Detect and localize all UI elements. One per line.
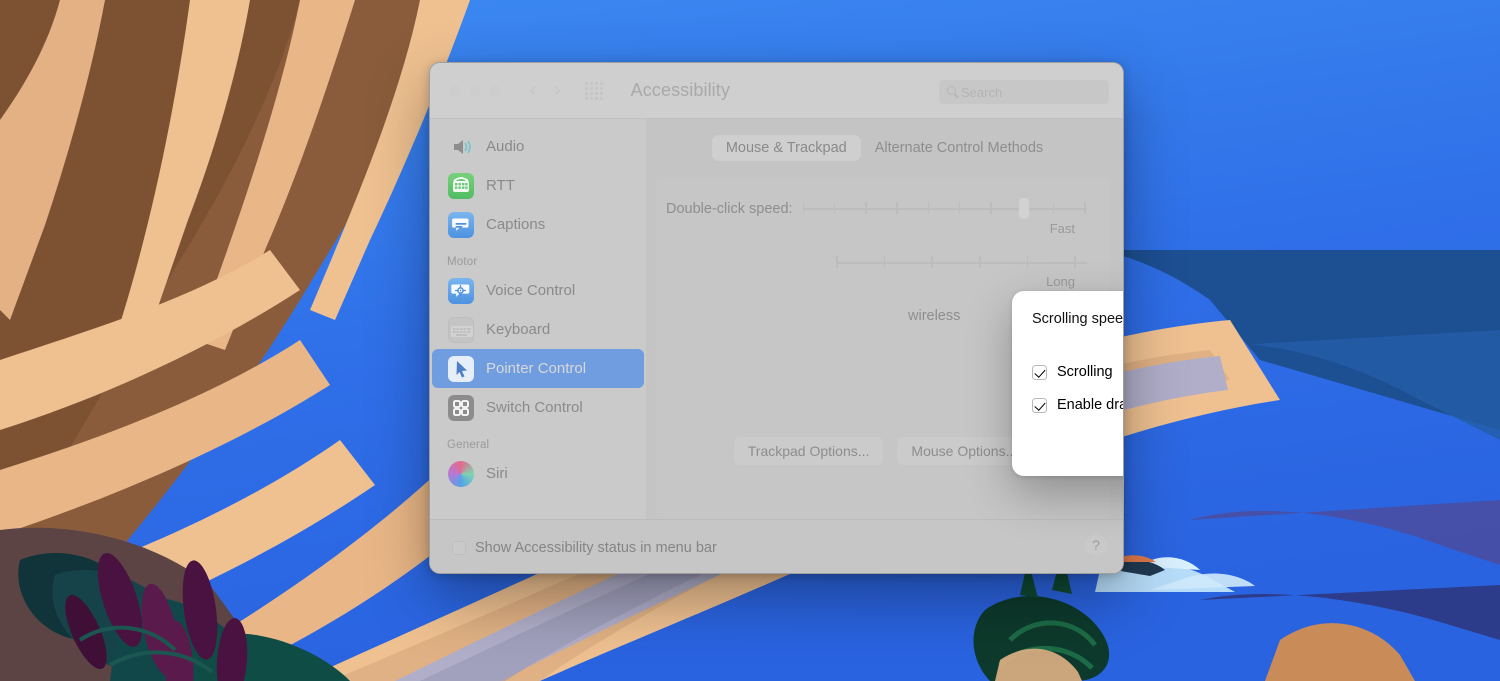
siri-icon	[448, 460, 474, 487]
captions-icon	[448, 211, 474, 238]
sidebar-item-label: Siri	[486, 465, 508, 482]
tab-bar[interactable]: Mouse & Trackpad Alternate Control Metho…	[646, 135, 1123, 161]
sidebar-item-captions[interactable]: Captions	[432, 205, 644, 244]
sidebar-item-rtt[interactable]: RTT	[432, 166, 644, 205]
double-click-speed-row: Double-click speed:	[656, 198, 1109, 219]
accessibility-preferences-window: ‹ › Accessibility Search Audio RTT Capti…	[429, 62, 1124, 574]
show-status-checkbox[interactable]: Show Accessibility status in menu bar	[452, 540, 717, 556]
sidebar-item-label: Audio	[486, 138, 525, 155]
minimize-button[interactable]	[469, 84, 481, 97]
trackpad-options-button[interactable]: Trackpad Options...	[733, 437, 884, 465]
sidebar-item-pointer-control[interactable]: Pointer Control	[432, 349, 644, 388]
show-status-label: Show Accessibility status in menu bar	[475, 539, 717, 556]
accessibility-sidebar[interactable]: Audio RTT Captions Motor Voice Control K…	[430, 119, 646, 573]
scrolling-label: Scrolling	[1057, 364, 1113, 380]
scrolling-speed-label: Scrolling speed:	[1032, 311, 1124, 327]
enable-dragging-label: Enable dragging	[1057, 397, 1123, 413]
double-click-speed-label: Double-click speed:	[666, 201, 793, 217]
spring-delay-long-label: Long	[1046, 274, 1075, 289]
search-placeholder: Search	[961, 84, 1003, 100]
sidebar-group-motor: Motor	[447, 256, 478, 268]
scrolling-speed-row: Scrolling speed:	[1012, 291, 1124, 327]
sidebar-item-label: Voice Control	[486, 282, 576, 299]
dragging-option-row: Enable dragging three finger drag	[1012, 393, 1123, 417]
enable-dragging-checkbox[interactable]	[1032, 397, 1047, 413]
tab-mouse-trackpad[interactable]: Mouse & Trackpad	[711, 135, 861, 161]
search-input[interactable]: Search	[939, 80, 1109, 104]
pointer-control-icon	[448, 355, 474, 382]
window-titlebar[interactable]: ‹ › Accessibility Search	[430, 63, 1123, 119]
close-button[interactable]	[449, 84, 461, 97]
spring-delay-slider[interactable]	[836, 256, 1087, 270]
sidebar-group-general: General	[447, 439, 490, 451]
navigation-buttons[interactable]: ‹ ›	[530, 81, 561, 100]
slider-track	[802, 208, 1087, 210]
slider-thumb[interactable]	[1018, 198, 1029, 219]
sidebar-item-voice-control[interactable]: Voice Control	[432, 271, 644, 310]
search-icon	[947, 86, 956, 95]
back-icon[interactable]: ‹	[530, 81, 536, 100]
audio-icon	[448, 134, 474, 160]
voice-control-icon	[448, 277, 474, 304]
slider-track	[836, 262, 1087, 264]
traffic-lights[interactable]	[449, 84, 501, 97]
spring-delay-row	[656, 256, 1109, 270]
sidebar-item-label: Switch Control	[486, 399, 583, 416]
double-click-fast-label: Fast	[1049, 221, 1075, 236]
page-title: Accessibility	[630, 80, 730, 100]
scrolling-options-sheet: Scrolling speed: Slow Fast Scrolling	[1012, 291, 1124, 476]
scrolling-checkbox[interactable]	[1032, 364, 1047, 380]
sidebar-item-keyboard[interactable]: Keyboard	[432, 310, 644, 349]
tab-alternate-control-methods[interactable]: Alternate Control Methods	[861, 135, 1057, 161]
sidebar-item-siri[interactable]: Siri	[432, 454, 644, 493]
double-click-speed-slider[interactable]	[802, 198, 1087, 219]
help-button[interactable]: ?	[1085, 534, 1107, 556]
sidebar-item-label: Captions	[486, 216, 546, 233]
zoom-button[interactable]	[489, 84, 501, 97]
show-all-grid-icon[interactable]	[584, 81, 603, 100]
sidebar-item-label: Pointer Control	[486, 360, 587, 377]
checkbox-box[interactable]	[452, 540, 466, 555]
keyboard-icon	[448, 316, 474, 343]
scrolling-option-row: Scrolling with inertia	[1012, 360, 1123, 384]
switch-control-icon	[448, 394, 474, 421]
sidebar-item-label: RTT	[486, 177, 515, 194]
sidebar-item-audio[interactable]: Audio	[432, 127, 644, 166]
wireless-label: wireless	[908, 308, 961, 324]
forward-icon[interactable]: ›	[554, 81, 560, 100]
sidebar-item-switch-control[interactable]: Switch Control	[432, 388, 644, 427]
window-bottom-bar: Show Accessibility status in menu bar ?	[430, 519, 1123, 573]
rtt-icon	[448, 172, 474, 199]
sidebar-item-label: Keyboard	[486, 321, 551, 338]
